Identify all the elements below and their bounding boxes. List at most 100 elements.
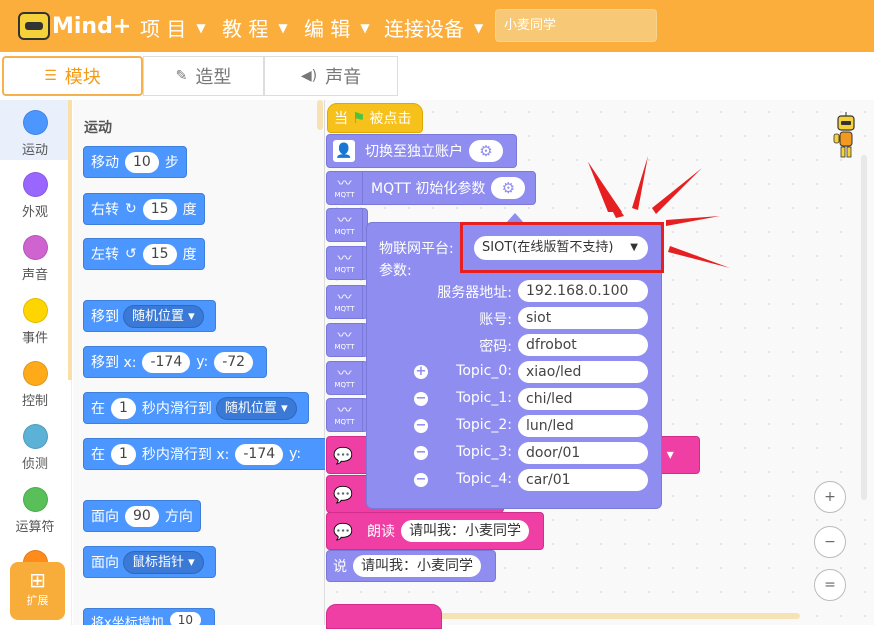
mqtt-block[interactable]: 〰 MQTT bbox=[326, 208, 368, 242]
category-control[interactable]: 控制 bbox=[0, 361, 70, 409]
category-looks[interactable]: 外观 bbox=[0, 172, 70, 220]
editor-tabs: ☰ 模块 ✎ 造型 ◀) 声音 bbox=[0, 52, 874, 100]
block-glide[interactable]: 在 1 秒内滑行到 随机位置 ▾ bbox=[83, 392, 309, 424]
block-text: 在 bbox=[91, 401, 105, 417]
say-block[interactable]: 说请叫我：小麦同学 bbox=[326, 550, 496, 582]
server-address-input[interactable]: 192.168.0.100 bbox=[518, 280, 648, 302]
block-goto[interactable]: 移到 随机位置 ▾ bbox=[83, 300, 216, 332]
event-hat-block[interactable] bbox=[326, 604, 442, 629]
params-label: 参数: bbox=[379, 263, 412, 279]
block-text: 切换至独立账户 bbox=[365, 144, 463, 160]
tab-costumes[interactable]: ✎ 造型 bbox=[143, 56, 264, 96]
category-operators[interactable]: 运算符 bbox=[0, 487, 70, 535]
remove-topic-icon[interactable]: − bbox=[414, 392, 428, 406]
block-goto-xy[interactable]: 移到 x: -174 y: -72 bbox=[83, 346, 268, 378]
block-text: 面向 bbox=[91, 555, 119, 571]
block-point-towards[interactable]: 面向 鼠标指针 ▾ bbox=[83, 546, 216, 578]
block-move-steps[interactable]: 移动 10 步 bbox=[83, 146, 187, 178]
mqtt-tag: MQTT bbox=[334, 343, 355, 351]
topic-input[interactable]: door/01 bbox=[518, 442, 648, 464]
mqtt-block[interactable]: 〰 MQTT bbox=[326, 285, 368, 319]
degrees-input[interactable]: 15 bbox=[142, 243, 177, 265]
category-sound[interactable]: 声音 bbox=[0, 235, 70, 283]
project-name-input[interactable]: 小麦同学 bbox=[495, 9, 657, 42]
block-glide-xy[interactable]: 在 1 秒内滑行到 x: -174 y: bbox=[83, 438, 325, 470]
palette-scrollbar[interactable] bbox=[317, 100, 323, 130]
account-icon: 👤 bbox=[333, 140, 355, 162]
block-text: 被点击 bbox=[369, 111, 412, 127]
steps-input[interactable]: 10 bbox=[125, 151, 159, 173]
block-turn-left[interactable]: 左转 ↺ 15 度 bbox=[83, 238, 205, 270]
x-input[interactable]: -174 bbox=[235, 443, 284, 465]
zoom-reset-button[interactable]: = bbox=[814, 569, 846, 601]
towards-dropdown[interactable]: 鼠标指针 ▾ bbox=[123, 550, 204, 574]
workspace-vertical-scrollbar[interactable] bbox=[861, 155, 867, 500]
account-input[interactable]: siot bbox=[518, 307, 648, 329]
topic-label: Topic_4: bbox=[456, 471, 512, 487]
block-text: 度 bbox=[182, 202, 197, 218]
wifi-icon: 〰 MQTT bbox=[327, 171, 363, 205]
when-flag-clicked-block[interactable]: 当 ⚑ 被点击 bbox=[327, 103, 423, 133]
zoom-in-button[interactable]: + bbox=[814, 481, 846, 513]
menu-tutorial[interactable]: 教 程 ▼ bbox=[222, 13, 288, 42]
password-input[interactable]: dfrobot bbox=[518, 334, 648, 356]
mqtt-block[interactable]: 〰 MQTT bbox=[326, 361, 368, 395]
y-input[interactable]: -72 bbox=[214, 351, 254, 373]
speak-block[interactable]: 💬 朗读 请叫我：小麦同学 bbox=[326, 512, 544, 550]
workspace-horizontal-scrollbar[interactable] bbox=[440, 613, 800, 619]
topic-input[interactable]: car/01 bbox=[518, 469, 648, 491]
mqtt-block[interactable]: 〰 MQTT bbox=[326, 398, 368, 432]
mqtt-block[interactable]: 〰 MQTT bbox=[326, 323, 368, 357]
speak-text-input[interactable]: 请叫我：小麦同学 bbox=[401, 520, 529, 542]
menu-connect-device[interactable]: 连接设备 ▼ bbox=[384, 13, 483, 42]
remove-topic-icon[interactable]: − bbox=[414, 446, 428, 460]
degrees-input[interactable]: 15 bbox=[142, 198, 177, 220]
block-text: 面向 bbox=[91, 509, 119, 525]
x-input[interactable]: -174 bbox=[142, 351, 191, 373]
seconds-input[interactable]: 1 bbox=[111, 397, 136, 419]
extension-button[interactable]: ⊞ 扩展 bbox=[10, 562, 65, 620]
block-text: 在 bbox=[91, 447, 105, 463]
category-dot-icon bbox=[22, 235, 48, 260]
mqtt-init-block[interactable]: 〰 MQTT MQTT 初始化参数 ⚙ bbox=[326, 171, 536, 205]
category-menu: 运动 外观 声音 事件 控制 侦测 运算符 bbox=[0, 100, 72, 625]
x-change-input[interactable]: 10 bbox=[169, 612, 201, 625]
topic-input[interactable]: lun/led bbox=[518, 415, 648, 437]
block-change-x[interactable]: 将x坐标增加 10 bbox=[83, 608, 215, 625]
gear-icon[interactable]: ⚙ bbox=[469, 140, 503, 162]
tab-sounds[interactable]: ◀) 声音 bbox=[264, 56, 398, 96]
sprite-robot-icon[interactable] bbox=[832, 112, 860, 162]
topic-input[interactable]: xiao/led bbox=[518, 361, 648, 383]
seconds-input[interactable]: 1 bbox=[111, 443, 136, 465]
block-point-direction[interactable]: 面向 90 方向 bbox=[83, 500, 201, 532]
goto-target-dropdown[interactable]: 随机位置 ▾ bbox=[123, 304, 204, 328]
switch-account-block[interactable]: 👤 切换至独立账户 ⚙ bbox=[326, 134, 517, 168]
remove-topic-icon[interactable]: − bbox=[414, 419, 428, 433]
menu-edit[interactable]: 编 辑 ▼ bbox=[304, 13, 370, 42]
menu-project[interactable]: 项 目 ▼ bbox=[140, 13, 206, 42]
category-label: 事件 bbox=[21, 331, 48, 346]
topic-input[interactable]: chi/led bbox=[518, 388, 648, 410]
rotate-right-icon: ↻ bbox=[125, 201, 137, 217]
mqtt-block[interactable]: 〰 MQTT bbox=[326, 246, 368, 280]
add-topic-icon[interactable]: + bbox=[414, 365, 428, 379]
block-text: 左转 bbox=[91, 247, 119, 263]
direction-input[interactable]: 90 bbox=[125, 505, 159, 527]
speech-bubble-icon: 💬 bbox=[333, 484, 353, 504]
remove-topic-icon[interactable]: − bbox=[414, 473, 428, 487]
zoom-out-button[interactable]: − bbox=[814, 526, 846, 558]
gear-icon[interactable]: ⚙ bbox=[491, 177, 526, 199]
wifi-icon: 〰 MQTT bbox=[327, 246, 363, 280]
app-logo[interactable]: Mind+ bbox=[18, 10, 131, 42]
block-text: 移动 bbox=[91, 155, 119, 171]
glide-target-dropdown[interactable]: 随机位置 ▾ bbox=[215, 396, 297, 420]
category-motion[interactable]: 运动 bbox=[0, 100, 70, 160]
extension-icon: ⊞ bbox=[29, 568, 46, 592]
category-sensing[interactable]: 侦测 bbox=[0, 424, 70, 472]
category-events[interactable]: 事件 bbox=[0, 298, 70, 346]
password-label: 密码: bbox=[479, 339, 512, 355]
wifi-icon: 〰 MQTT bbox=[327, 285, 363, 319]
say-text-input[interactable]: 请叫我：小麦同学 bbox=[353, 555, 481, 577]
block-turn-right[interactable]: 右转 ↻ 15 度 bbox=[83, 193, 205, 225]
tab-blocks[interactable]: ☰ 模块 bbox=[2, 56, 143, 96]
